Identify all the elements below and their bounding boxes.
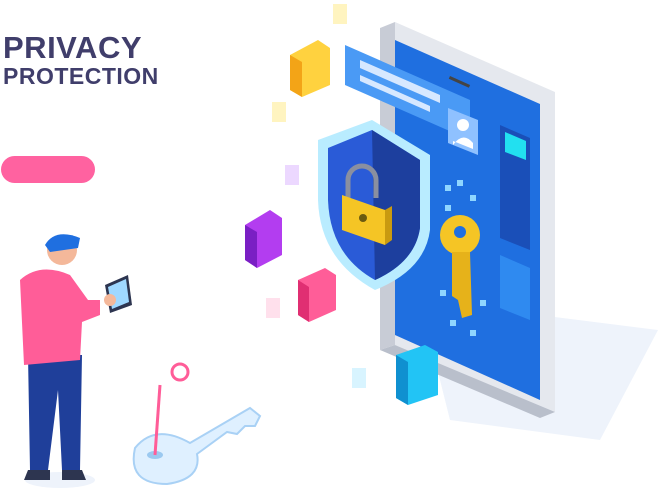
privacy-protection-illustration: PRIVACY PROTECTION [0, 0, 658, 502]
shield-icon [318, 120, 430, 290]
illustration-canvas [20, 4, 658, 488]
person-with-tablet [20, 234, 132, 488]
floor-key-icon [132, 362, 262, 486]
